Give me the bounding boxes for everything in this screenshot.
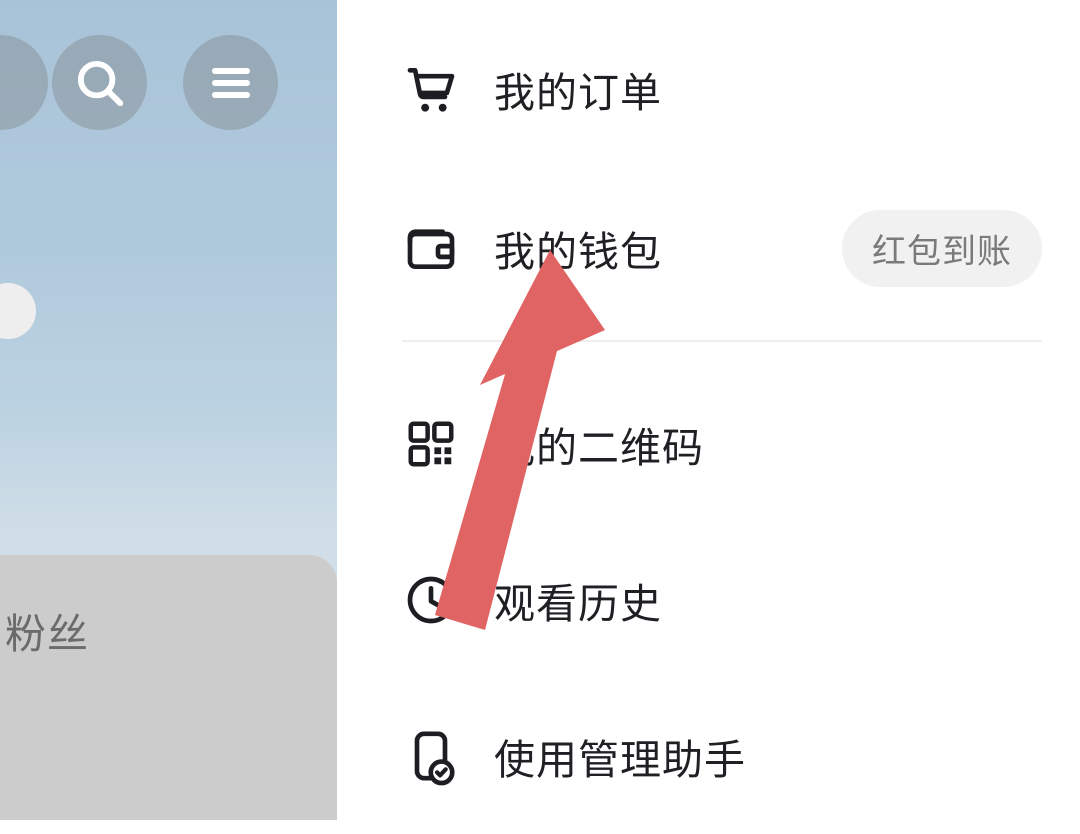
wallet-icon [402, 219, 460, 277]
profile-card-background [0, 555, 337, 820]
search-icon [71, 54, 129, 112]
menu-item-wallet[interactable]: 我的钱包 红包到账 [402, 170, 1042, 326]
menu-item-orders[interactable]: 我的订单 [402, 0, 1042, 170]
menu-item-assistant[interactable]: 使用管理助手 [402, 678, 1042, 834]
wallet-badge: 红包到账 [842, 210, 1042, 287]
fans-label: 粉丝 [5, 600, 89, 660]
menu-item-label: 我的订单 [494, 59, 1042, 119]
menu-item-label: 我的钱包 [494, 218, 842, 278]
menu-item-label: 使用管理助手 [494, 726, 1042, 786]
menu-list: 我的订单 我的钱包 红包到账 [337, 0, 1080, 834]
menu-item-label: 我的二维码 [494, 414, 1042, 474]
menu-item-qrcode[interactable]: 我的二维码 [402, 366, 1042, 522]
menu-divider [402, 340, 1042, 342]
search-button[interactable] [52, 35, 147, 130]
phone-check-icon [402, 727, 460, 785]
hamburger-icon [202, 54, 260, 112]
menu-item-history[interactable]: 观看历史 [402, 522, 1042, 678]
cart-icon [402, 60, 460, 118]
qrcode-icon [402, 415, 460, 473]
hamburger-button[interactable] [183, 35, 278, 130]
clock-icon [402, 571, 460, 629]
side-drawer: 我的订单 我的钱包 红包到账 [337, 0, 1080, 820]
menu-item-label: 观看历史 [494, 570, 1042, 630]
